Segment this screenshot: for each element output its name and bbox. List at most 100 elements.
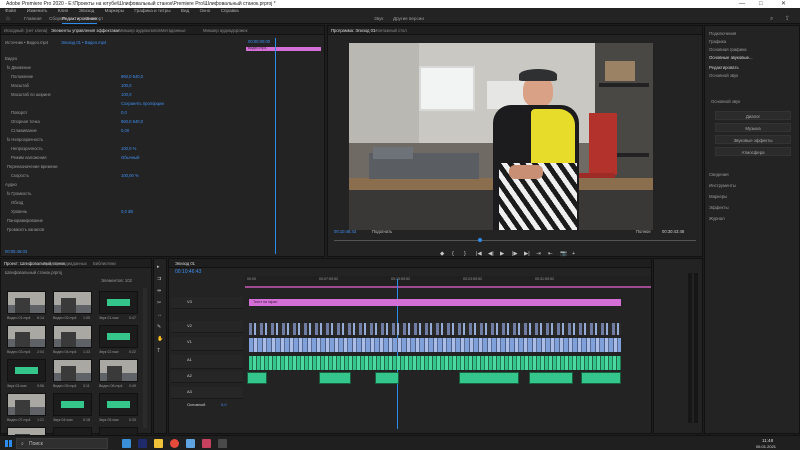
- start-icon[interactable]: [5, 440, 12, 447]
- title-clip[interactable]: [249, 299, 621, 306]
- right-item-essential-sound[interactable]: Основные звуковые...: [709, 55, 753, 60]
- audio-clip-a2[interactable]: [247, 372, 267, 384]
- sfx-button[interactable]: Звуковые эффекты: [715, 135, 791, 144]
- menu-markers[interactable]: Маркеры: [105, 8, 124, 13]
- type-tool-icon[interactable]: T: [157, 349, 162, 354]
- menu-window[interactable]: Окно: [200, 8, 211, 13]
- tab-audio-track-mixer[interactable]: Микшер аудиодорожек: [203, 28, 247, 33]
- audio-clip-a2[interactable]: [529, 372, 573, 384]
- effect-row-value[interactable]: Обычный: [121, 155, 140, 161]
- chrome-icon[interactable]: [170, 439, 179, 448]
- music-button[interactable]: Музыка: [715, 123, 791, 132]
- workspace-audio[interactable]: Звук: [374, 14, 383, 24]
- tab-libraries[interactable]: Библиотеки: [93, 261, 116, 266]
- program-timecode[interactable]: 00:10:46:43: [334, 229, 356, 235]
- lift-button[interactable]: ⇥: [536, 251, 541, 257]
- program-scrubber[interactable]: [334, 240, 696, 241]
- tab-source[interactable]: Исходный: (нет клипа): [4, 28, 47, 33]
- workspace-export[interactable]: Экспорт: [86, 14, 103, 24]
- effect-row-value[interactable]: 0,0 dB: [121, 209, 133, 215]
- export-frame-button[interactable]: 📷: [560, 251, 567, 257]
- effect-row-value[interactable]: 0,0: [121, 110, 127, 116]
- go-to-out-button[interactable]: ▶|: [524, 251, 530, 257]
- effect-row-value[interactable]: 100,00 %: [121, 173, 139, 179]
- hand-tool-icon[interactable]: ✋: [157, 337, 163, 342]
- audio-clip-thumbnail[interactable]: [99, 393, 138, 416]
- timeline-timecode[interactable]: 00:10:46:43: [175, 269, 201, 275]
- premiere-icon[interactable]: [138, 439, 147, 448]
- taskbar-search[interactable]: ⌕ Поиск: [16, 438, 108, 449]
- right-item-essential-graphics[interactable]: Основная графика: [709, 47, 746, 52]
- program-quality[interactable]: Полное: [636, 229, 651, 235]
- add-marker-button[interactable]: ◆: [440, 251, 444, 257]
- right-item-effects[interactable]: Эффекты: [709, 205, 729, 210]
- track-v2-header[interactable]: [171, 321, 243, 333]
- ripple-edit-tool-icon[interactable]: ⇹: [157, 289, 162, 294]
- step-back-button[interactable]: ◀|: [488, 251, 494, 257]
- master-track-value[interactable]: 0,0: [221, 402, 227, 408]
- tab-metadata[interactable]: Метаданные: [161, 28, 186, 33]
- search-icon[interactable]: ⌕: [770, 14, 773, 24]
- audio-clip-thumbnail[interactable]: [7, 359, 46, 382]
- task-view-icon[interactable]: [122, 439, 131, 448]
- pen-tool-icon[interactable]: ✎: [157, 325, 162, 330]
- home-icon[interactable]: ⌂: [6, 14, 10, 24]
- workspace-more[interactable]: Другие версии: [393, 14, 424, 24]
- audio-clip-a2[interactable]: [581, 372, 621, 384]
- tab-effect-controls[interactable]: Элементы управления эффектами: [51, 28, 119, 33]
- audio-clip-thumbnail[interactable]: [99, 325, 138, 348]
- effect-row-value[interactable]: Сохранять пропорции: [121, 101, 164, 107]
- track-a1-header[interactable]: [171, 355, 243, 369]
- sequence-label[interactable]: Эпизод 01 • Видео.mp4: [61, 40, 106, 46]
- right-item-graphics[interactable]: Графика: [709, 39, 726, 44]
- extract-button[interactable]: ⇤: [548, 251, 553, 257]
- program-playhead[interactable]: [478, 238, 482, 242]
- audio-clips-a1[interactable]: [249, 356, 621, 370]
- play-button[interactable]: ▶: [500, 251, 504, 257]
- go-to-in-button[interactable]: |◀: [476, 251, 482, 257]
- video-clip-thumbnail[interactable]: [7, 325, 46, 348]
- effect-row-value[interactable]: 960,0 540,0: [121, 74, 143, 80]
- minimize-button[interactable]: —: [739, 0, 745, 8]
- share-icon[interactable]: ⇪: [785, 14, 790, 24]
- video-clips-v1[interactable]: [249, 338, 621, 352]
- effect-row-value[interactable]: 100,0 %: [121, 146, 136, 152]
- mark-in-button[interactable]: {: [452, 251, 454, 257]
- video-clips-v2[interactable]: [249, 323, 621, 335]
- program-video-frame[interactable]: [349, 43, 653, 230]
- menu-clip[interactable]: Клип: [58, 8, 68, 13]
- audio-clip-a2[interactable]: [375, 372, 399, 384]
- telegram-icon[interactable]: [186, 439, 195, 448]
- track-v1-header[interactable]: [171, 337, 243, 351]
- work-area-bar[interactable]: [245, 286, 651, 288]
- mark-out-button[interactable]: }: [464, 251, 466, 257]
- video-clip-thumbnail[interactable]: [7, 291, 46, 314]
- right-section-edit[interactable]: Редактировать: [709, 65, 739, 70]
- ambience-button[interactable]: Атмосфера: [715, 147, 791, 156]
- tab-program[interactable]: Программа: Эпизод 01: [331, 28, 375, 33]
- effect-row-value[interactable]: 100,0: [121, 92, 131, 98]
- audio-clip-thumbnail[interactable]: [99, 291, 138, 314]
- right-item-tools[interactable]: Инструменты: [709, 183, 736, 188]
- right-item-info[interactable]: Сведения: [709, 172, 729, 177]
- selection-tool-icon[interactable]: ▸: [157, 265, 162, 270]
- video-clip-thumbnail[interactable]: [53, 291, 92, 314]
- close-button[interactable]: ✕: [781, 0, 786, 8]
- track-a3-header[interactable]: [171, 387, 243, 399]
- video-clip-thumbnail[interactable]: [7, 393, 46, 416]
- right-item-markers[interactable]: Маркеры: [709, 194, 727, 199]
- video-clip-thumbnail[interactable]: [99, 359, 138, 382]
- tab-audio-clip-mixer[interactable]: Микшер аудиоклипов: [119, 28, 161, 33]
- track-v3-header[interactable]: [171, 297, 243, 309]
- maximize-button[interactable]: □: [759, 0, 763, 8]
- program-fit[interactable]: Подогнать: [372, 229, 392, 235]
- slip-tool-icon[interactable]: ↔: [157, 313, 162, 318]
- media-icon[interactable]: [202, 439, 211, 448]
- dialog-button[interactable]: Диалог: [715, 111, 791, 120]
- menu-view[interactable]: Вид: [181, 8, 189, 13]
- right-item-history[interactable]: Журнал: [709, 216, 725, 221]
- menu-graphics[interactable]: Графика и титры: [134, 8, 170, 13]
- workspace-home[interactable]: Главная: [24, 14, 41, 24]
- track-select-tool-icon[interactable]: ⇉: [157, 277, 162, 282]
- menu-file[interactable]: Файл: [5, 8, 16, 13]
